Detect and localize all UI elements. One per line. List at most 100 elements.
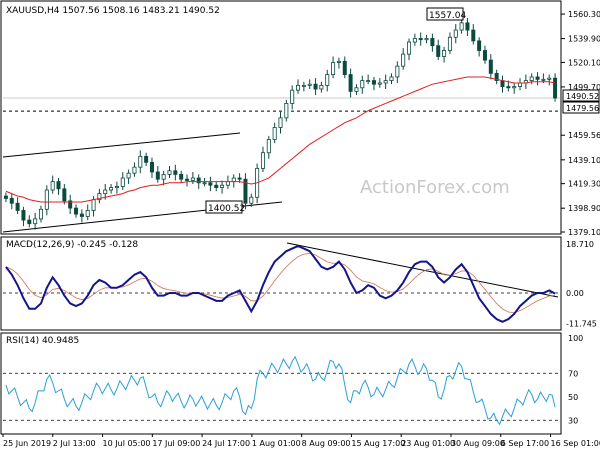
time-tick-label: 2 Jul 13:00 bbox=[53, 439, 96, 448]
candle bbox=[442, 50, 447, 57]
candle bbox=[284, 103, 289, 119]
candle bbox=[27, 219, 32, 225]
watermark: ActionForex.com bbox=[360, 177, 510, 198]
candle bbox=[529, 76, 534, 81]
time-tick-label: 1 Aug 01:00 bbox=[252, 439, 301, 448]
candle bbox=[272, 127, 277, 140]
macd-tick-label: 0.00 bbox=[566, 289, 584, 298]
candle bbox=[424, 38, 429, 41]
candle bbox=[38, 208, 43, 220]
svg-text:1479.56: 1479.56 bbox=[566, 104, 599, 113]
price-tick-label: 1419.30 bbox=[568, 180, 600, 189]
candle bbox=[185, 178, 190, 181]
macd-tick-label: 18.710 bbox=[566, 240, 594, 249]
candle bbox=[214, 184, 219, 189]
candle bbox=[301, 84, 306, 87]
candle bbox=[336, 60, 341, 63]
candle bbox=[389, 76, 394, 81]
macd-tick-label: -11.745 bbox=[566, 320, 597, 329]
candle bbox=[50, 181, 55, 191]
candle bbox=[144, 155, 149, 163]
rsi-tick-label: 30 bbox=[568, 416, 578, 425]
candle bbox=[62, 188, 67, 202]
price-tick-label: 1560.30 bbox=[568, 10, 600, 19]
candle bbox=[447, 36, 452, 51]
candle bbox=[360, 80, 365, 89]
time-tick-label: 30 Aug 09:00 bbox=[451, 439, 505, 448]
candle bbox=[354, 87, 359, 92]
candle bbox=[132, 166, 137, 174]
svg-text:1400.52: 1400.52 bbox=[208, 204, 245, 214]
time-tick-label: 6 Sep 17:00 bbox=[501, 439, 549, 448]
time-tick-label: 23 Aug 01:00 bbox=[401, 439, 455, 448]
price-tag: 1490.52 bbox=[562, 89, 600, 102]
candle bbox=[167, 170, 172, 175]
candle bbox=[331, 62, 336, 75]
candle bbox=[500, 80, 505, 87]
candle bbox=[202, 182, 207, 185]
candle bbox=[126, 172, 131, 179]
time-tick-label: 10 Jul 05:00 bbox=[103, 439, 151, 448]
candle bbox=[377, 82, 382, 85]
candle bbox=[85, 210, 90, 217]
candle bbox=[407, 41, 412, 55]
candle bbox=[114, 186, 119, 189]
candle bbox=[190, 177, 195, 181]
candle bbox=[488, 59, 493, 74]
candle bbox=[465, 22, 470, 31]
candle bbox=[44, 189, 49, 210]
price-tick-label: 1439.10 bbox=[568, 156, 600, 165]
candle bbox=[173, 170, 178, 175]
price-tick-label: 1379.10 bbox=[568, 228, 600, 237]
candle bbox=[348, 74, 353, 92]
candle bbox=[459, 22, 464, 31]
candle bbox=[149, 161, 154, 173]
candle bbox=[15, 202, 20, 211]
price-tick-label: 1398.90 bbox=[568, 204, 600, 213]
candle bbox=[296, 84, 301, 91]
candle bbox=[418, 38, 423, 41]
candle bbox=[395, 65, 400, 78]
candle bbox=[237, 177, 242, 180]
forex-chart: ActionForex.com 1560.30 1539.90 1520.10 149… bbox=[0, 0, 600, 450]
candle bbox=[477, 40, 482, 51]
annotation-low: 1400.52 bbox=[205, 200, 245, 214]
candle bbox=[220, 184, 225, 189]
candle bbox=[412, 38, 417, 43]
candle bbox=[109, 187, 114, 191]
svg-text:1490.52: 1490.52 bbox=[566, 92, 599, 101]
candle bbox=[208, 182, 213, 186]
candle bbox=[56, 181, 61, 190]
candle bbox=[290, 89, 295, 104]
candle bbox=[471, 29, 476, 42]
candle bbox=[342, 60, 347, 75]
rsi-label: RSI(14) 40.9485 bbox=[6, 336, 79, 346]
svg-text:1557.04: 1557.04 bbox=[429, 11, 466, 21]
rsi-tick-label: 100 bbox=[568, 334, 583, 343]
support-tag: 1479.56 bbox=[562, 101, 600, 114]
candle bbox=[138, 155, 143, 168]
candle bbox=[231, 177, 236, 183]
time-tick-label: 25 Jun 2019 bbox=[3, 439, 51, 448]
candle bbox=[366, 80, 371, 82]
macd-label: MACD(12,26,9) -0.245 -0.128 bbox=[6, 240, 138, 250]
candle bbox=[430, 38, 435, 47]
annotation-high: 1557.04 bbox=[426, 7, 466, 21]
time-tick-label: 15 Aug 17:00 bbox=[351, 439, 405, 448]
rsi-tick-label: 70 bbox=[568, 369, 578, 378]
candle bbox=[3, 195, 8, 199]
candle bbox=[453, 29, 458, 38]
rsi-tick-label: 50 bbox=[568, 393, 578, 402]
time-tick-label: 8 Aug 09:00 bbox=[302, 439, 351, 448]
candle bbox=[179, 173, 184, 180]
candle bbox=[260, 152, 265, 169]
time-tick-label: 16 Sep 01:00 bbox=[551, 439, 600, 448]
candle bbox=[249, 196, 254, 204]
candle bbox=[307, 83, 312, 86]
candle bbox=[120, 177, 125, 187]
candle bbox=[547, 77, 552, 80]
candle bbox=[278, 117, 283, 128]
candle bbox=[155, 171, 160, 180]
candle bbox=[383, 80, 388, 84]
candle bbox=[371, 80, 376, 85]
